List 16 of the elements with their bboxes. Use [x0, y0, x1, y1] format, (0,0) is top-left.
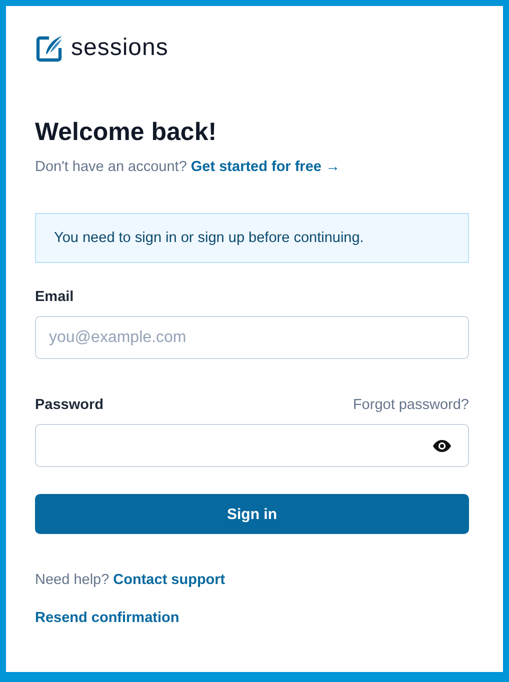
password-field[interactable] — [35, 424, 469, 467]
sign-in-button[interactable]: Sign in — [35, 494, 469, 534]
signup-link[interactable]: Get started for free → — [190, 159, 340, 175]
signup-prompt: Don't have an account? — [35, 159, 187, 175]
help-prompt: Need help? — [35, 572, 110, 588]
logo-icon — [35, 34, 64, 62]
forgot-password-link[interactable]: Forgot password? — [352, 397, 469, 413]
logo-text: sessions — [71, 34, 168, 62]
email-field[interactable]: you@example.com — [35, 316, 469, 359]
eye-icon[interactable] — [432, 438, 452, 452]
contact-support-link[interactable]: Contact support — [113, 572, 226, 588]
email-label: Email — [35, 289, 75, 305]
resend-confirmation-link[interactable]: Resend confirmation — [35, 610, 180, 626]
heading: Welcome back! — [35, 117, 218, 147]
password-label: Password — [35, 397, 104, 413]
alert-message: You need to sign in or sign up before continuing. — [35, 213, 469, 263]
